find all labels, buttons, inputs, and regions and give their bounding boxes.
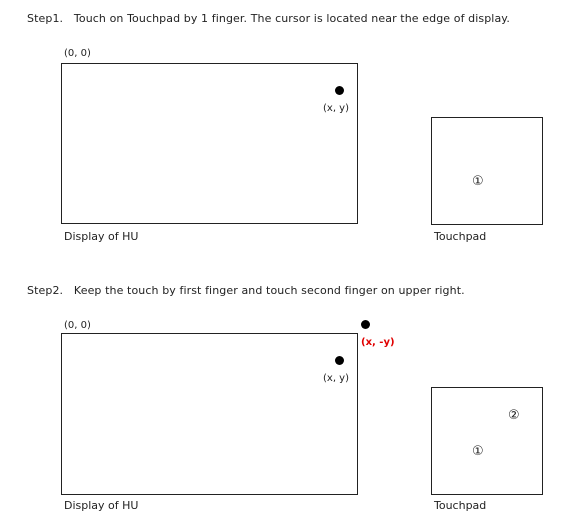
step1-origin-label: (0, 0) [64,48,91,59]
step1-touchpad-label: Touchpad [434,230,487,243]
step2-cursor-label: (x, y) [323,373,349,384]
step2-display-label: Display of HU [64,499,139,512]
step2-mirrored-cursor-dot [361,320,370,329]
step1-instruction: Step1. Touch on Touchpad by 1 finger. Th… [27,12,510,25]
step1-touchpad-rect [431,117,543,225]
step1-cursor-dot [335,86,344,95]
step2-origin-label: (0, 0) [64,320,91,331]
step1-finger1-marker: ① [472,174,484,189]
step2-display-rect [61,333,358,495]
step1-cursor-label: (x, y) [323,103,349,114]
step2-mirrored-cursor-label: (x, -y) [361,337,395,348]
step2-cursor-dot [335,356,344,365]
step2-instruction: Step2. Keep the touch by first finger an… [27,284,465,297]
step2-touchpad-rect [431,387,543,495]
step2-touchpad-label: Touchpad [434,499,487,512]
step1-display-rect [61,63,358,224]
step2-finger2-marker: ② [508,408,520,423]
step2-finger1-marker: ① [472,444,484,459]
step1-display-label: Display of HU [64,230,139,243]
